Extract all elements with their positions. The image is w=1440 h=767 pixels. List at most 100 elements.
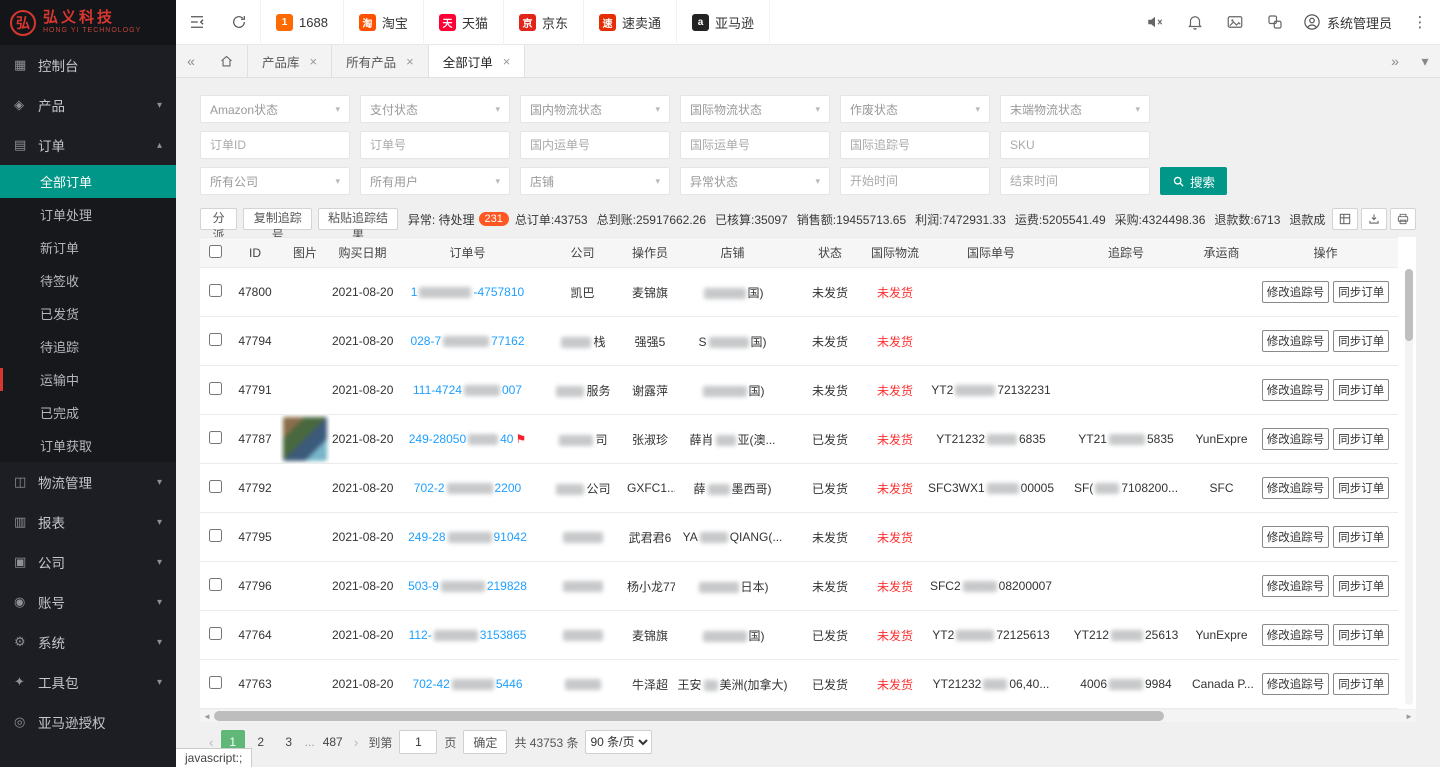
- modify-tracking-button[interactable]: 修改追踪号: [1262, 624, 1330, 646]
- modify-tracking-button[interactable]: 修改追踪号: [1262, 281, 1330, 303]
- filter-last-mile-status-select[interactable]: 末端物流状态▾: [1000, 95, 1150, 123]
- sync-order-button[interactable]: 同步订单: [1333, 673, 1389, 695]
- filter-company-select[interactable]: 所有公司▾: [200, 167, 350, 195]
- vertical-scroll-thumb[interactable]: [1405, 269, 1413, 341]
- vertical-scrollbar[interactable]: [1405, 269, 1413, 705]
- close-icon[interactable]: ×: [310, 54, 318, 69]
- confirm-button[interactable]: 确定: [463, 730, 507, 754]
- sync-order-button[interactable]: 同步订单: [1333, 281, 1389, 303]
- order-no-input[interactable]: [370, 138, 500, 152]
- modify-tracking-button[interactable]: 修改追踪号: [1262, 673, 1330, 695]
- filter-intl-logistics-status-select[interactable]: 国际物流状态▾: [680, 95, 830, 123]
- filter-store-select[interactable]: 店铺▾: [520, 167, 670, 195]
- tab-home[interactable]: [206, 45, 248, 77]
- row-checkbox[interactable]: [209, 480, 222, 493]
- platform-tab-taobao[interactable]: 淘淘宝: [343, 0, 423, 45]
- filter-amazon-status-select[interactable]: Amazon状态▾: [200, 95, 350, 123]
- cell-order-no[interactable]: 249-2891042: [395, 513, 540, 562]
- sidebar-item-pending-receipt[interactable]: 待签收: [0, 264, 176, 297]
- export-icon[interactable]: [1361, 208, 1387, 230]
- horizontal-scroll-track[interactable]: [214, 711, 1402, 721]
- sync-order-button[interactable]: 同步订单: [1333, 379, 1389, 401]
- close-icon[interactable]: ×: [406, 54, 414, 69]
- sidebar-item-toolkit[interactable]: ✦工具包▾: [0, 662, 176, 702]
- next-page-icon[interactable]: ›: [351, 734, 362, 750]
- sync-order-button[interactable]: 同步订单: [1333, 428, 1389, 450]
- row-checkbox[interactable]: [209, 627, 222, 640]
- platform-tab-1688[interactable]: 11688: [260, 0, 343, 45]
- sidebar-item-new-orders[interactable]: 新订单: [0, 231, 176, 264]
- collapse-menu-icon[interactable]: [176, 0, 218, 45]
- page-size-select[interactable]: 90 条/页: [585, 730, 652, 754]
- row-checkbox[interactable]: [209, 333, 222, 346]
- start-time-input[interactable]: [850, 174, 980, 188]
- tab-product-library[interactable]: 产品库×: [248, 45, 332, 77]
- sidebar-item-completed[interactable]: 已完成: [0, 396, 176, 429]
- page-button-487[interactable]: 487: [319, 730, 347, 754]
- sku-input[interactable]: [1010, 138, 1140, 152]
- scroll-tabs-right-icon[interactable]: »: [1380, 45, 1410, 77]
- modify-tracking-button[interactable]: 修改追踪号: [1262, 428, 1330, 450]
- print-icon[interactable]: [1390, 208, 1416, 230]
- search-button[interactable]: 搜索: [1160, 167, 1227, 195]
- goto-page-input[interactable]: [399, 730, 437, 754]
- row-checkbox[interactable]: [209, 578, 222, 591]
- scroll-tabs-left-icon[interactable]: «: [176, 45, 206, 77]
- sync-order-button[interactable]: 同步订单: [1333, 477, 1389, 499]
- order-id-input[interactable]: [210, 138, 340, 152]
- platform-tab-amazon[interactable]: a亚马逊: [676, 0, 770, 45]
- sidebar-item-reports[interactable]: ▥报表▾: [0, 502, 176, 542]
- sidebar-item-pending-tracking[interactable]: 待追踪: [0, 330, 176, 363]
- horizontal-scrollbar[interactable]: ◄ ►: [200, 710, 1416, 722]
- tab-all-products[interactable]: 所有产品×: [332, 45, 429, 77]
- filter-domestic-logistics-status-select[interactable]: 国内物流状态▾: [520, 95, 670, 123]
- cell-order-no[interactable]: 249-2805040⚑: [395, 415, 540, 464]
- sync-order-button[interactable]: 同步订单: [1333, 624, 1389, 646]
- filter-void-status-select[interactable]: 作废状态▾: [840, 95, 990, 123]
- cell-order-no[interactable]: 028-777162: [395, 317, 540, 366]
- modify-tracking-button[interactable]: 修改追踪号: [1262, 379, 1330, 401]
- sync-order-button[interactable]: 同步订单: [1333, 575, 1389, 597]
- bell-icon[interactable]: [1175, 0, 1215, 45]
- image-icon[interactable]: [1215, 0, 1255, 45]
- tab-all-orders[interactable]: 全部订单×: [429, 45, 526, 77]
- sidebar-item-logistics[interactable]: ◫物流管理▾: [0, 462, 176, 502]
- sidebar-item-amazon-auth[interactable]: ◎亚马逊授权: [0, 702, 176, 742]
- modify-tracking-button[interactable]: 修改追踪号: [1262, 526, 1330, 548]
- row-checkbox[interactable]: [209, 382, 222, 395]
- cell-order-no[interactable]: 111-4724007: [395, 366, 540, 415]
- more-icon[interactable]: ⋮: [1400, 0, 1440, 45]
- sidebar-item-order[interactable]: ▤订单▴: [0, 125, 176, 165]
- user-menu[interactable]: 系统管理员: [1295, 13, 1400, 32]
- cell-order-no[interactable]: 112-3153865: [395, 611, 540, 660]
- tab-menu-icon[interactable]: ▾: [1410, 45, 1440, 77]
- filter-pay-status-select[interactable]: 支付状态▾: [360, 95, 510, 123]
- close-icon[interactable]: ×: [503, 54, 511, 69]
- scroll-right-arrow-icon[interactable]: ►: [1402, 712, 1416, 721]
- sync-order-button[interactable]: 同步订单: [1333, 526, 1389, 548]
- intl-waybill-no-input[interactable]: [690, 138, 820, 152]
- sidebar-item-order-processing[interactable]: 订单处理: [0, 198, 176, 231]
- cell-order-no[interactable]: 702-22200: [395, 464, 540, 513]
- scroll-left-arrow-icon[interactable]: ◄: [200, 712, 214, 721]
- apps-icon[interactable]: [1255, 0, 1295, 45]
- sidebar-item-all-orders[interactable]: 全部订单: [0, 165, 176, 198]
- sidebar-item-system[interactable]: ⚙系统▾: [0, 622, 176, 662]
- dispatch-button[interactable]: 分派: [200, 208, 237, 230]
- modify-tracking-button[interactable]: 修改追踪号: [1262, 477, 1330, 499]
- sidebar-item-shipped[interactable]: 已发货: [0, 297, 176, 330]
- sidebar-item-account[interactable]: ◉账号▾: [0, 582, 176, 622]
- modify-tracking-button[interactable]: 修改追踪号: [1262, 575, 1330, 597]
- row-checkbox[interactable]: [209, 676, 222, 689]
- sidebar-item-company[interactable]: ▣公司▾: [0, 542, 176, 582]
- select-all-checkbox[interactable]: [209, 245, 222, 258]
- sidebar-item-console[interactable]: ▦控制台: [0, 45, 176, 85]
- filter-exception-status-select[interactable]: 异常状态▾: [680, 167, 830, 195]
- row-checkbox[interactable]: [209, 284, 222, 297]
- page-button-3[interactable]: 3: [277, 730, 301, 754]
- refresh-icon[interactable]: [218, 0, 260, 45]
- grid-icon[interactable]: [1332, 208, 1358, 230]
- sidebar-item-in-transit[interactable]: 运输中: [0, 363, 176, 396]
- end-time-input[interactable]: [1010, 174, 1140, 188]
- sidebar-item-product[interactable]: ◈产品▾: [0, 85, 176, 125]
